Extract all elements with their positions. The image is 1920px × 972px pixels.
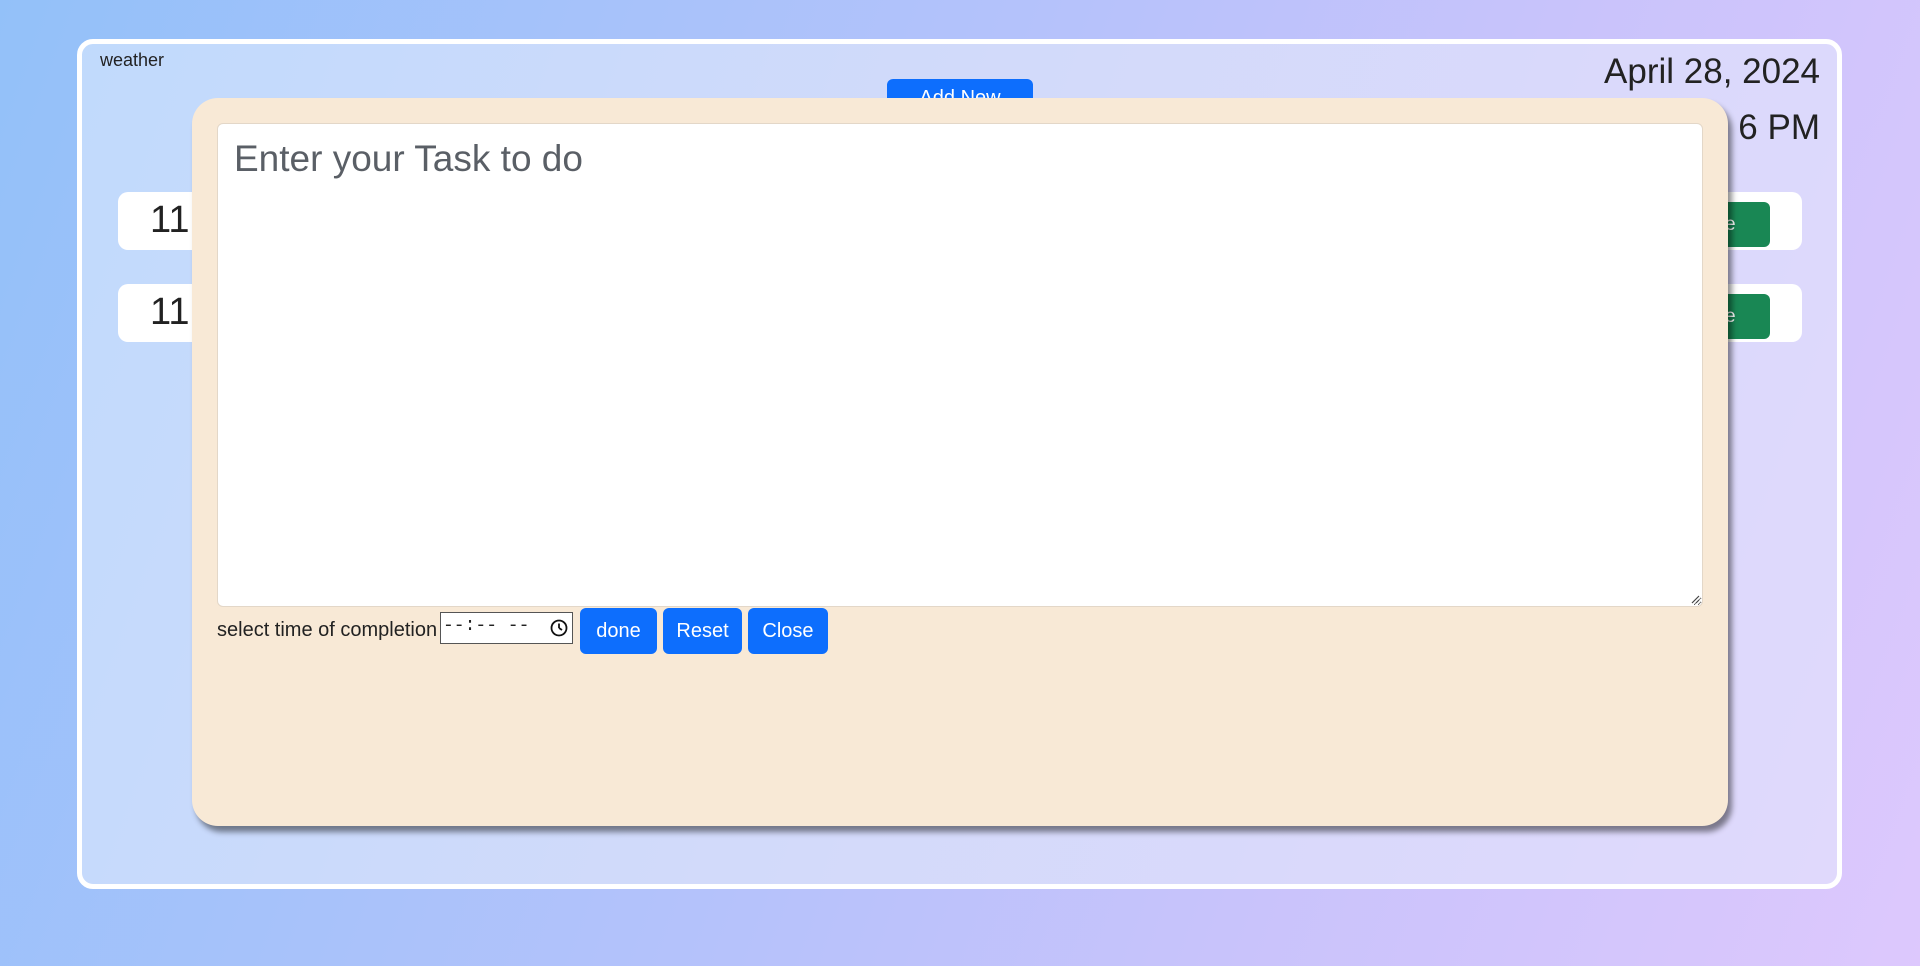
time-input-value: --:-- -- (443, 616, 530, 636)
bottom-strip (0, 966, 1920, 972)
resize-grip-icon[interactable] (1690, 594, 1700, 604)
task-textarea[interactable] (217, 123, 1703, 607)
add-task-modal: select time of completion --:-- -- done … (192, 98, 1728, 826)
current-date: April 28, 2024 (1604, 52, 1820, 91)
close-button-label: Close (762, 619, 814, 642)
reset-button[interactable]: Reset (663, 608, 742, 654)
current-time: 6 PM (1738, 108, 1820, 147)
close-button[interactable]: Close (748, 608, 828, 654)
done-button-label: done (596, 619, 641, 642)
reset-button-label: Reset (676, 619, 729, 642)
clock-icon[interactable] (549, 618, 569, 638)
completion-time-label: select time of completion (217, 619, 438, 641)
task-time: 11 (150, 199, 190, 241)
weather-label: weather (100, 50, 165, 70)
task-time: 11 (150, 291, 190, 333)
done-button[interactable]: done (580, 608, 657, 654)
